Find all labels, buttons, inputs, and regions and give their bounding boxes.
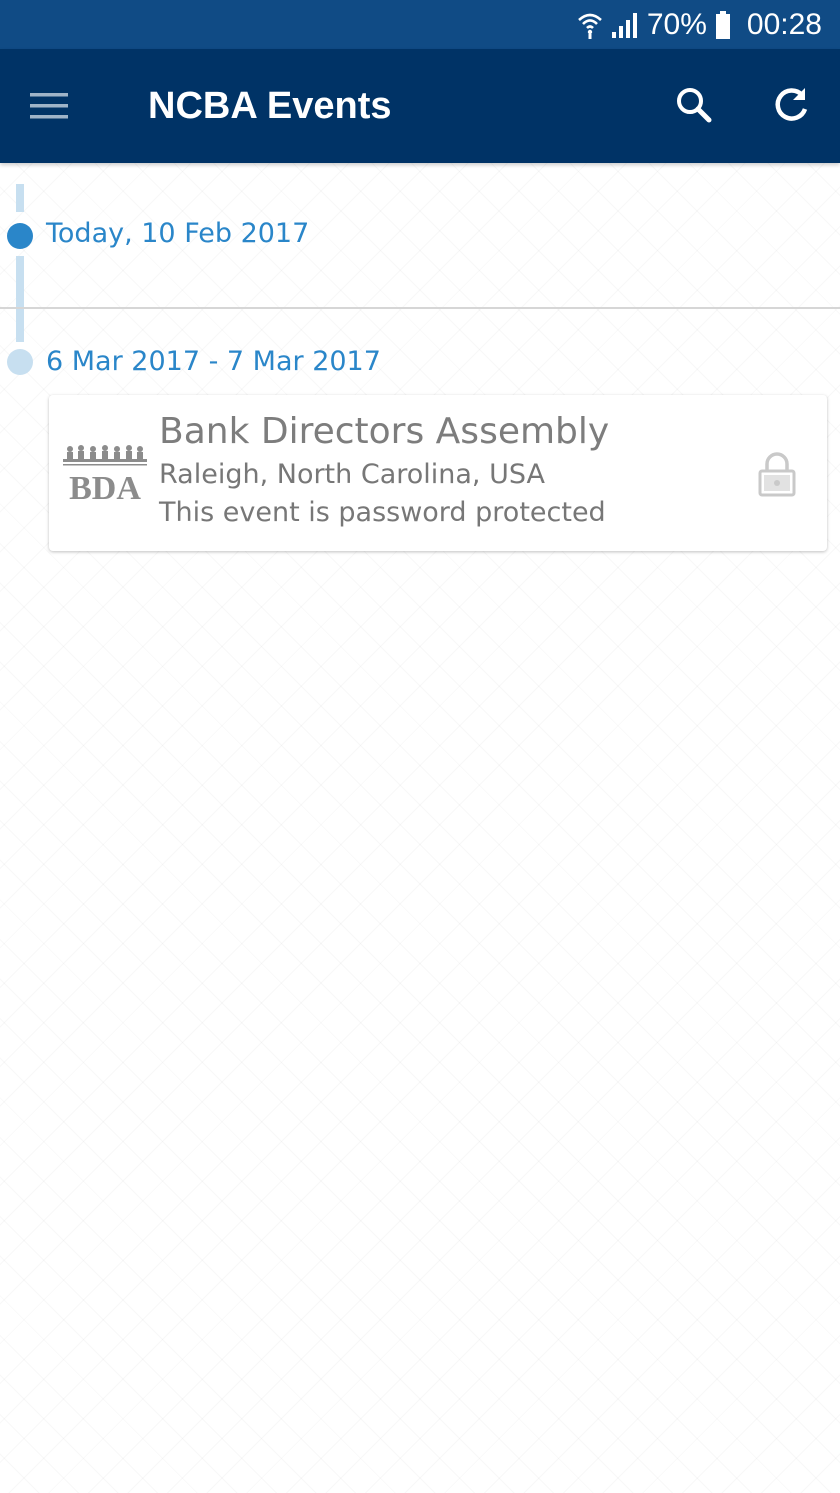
status-time: 00:28 xyxy=(746,7,822,41)
event-location: Raleigh, North Carolina, USA xyxy=(159,459,545,490)
timeline-line xyxy=(16,256,24,342)
refresh-button[interactable] xyxy=(768,83,814,129)
menu-button[interactable] xyxy=(26,85,72,127)
timeline-date-today: Today, 10 Feb 2017 xyxy=(46,218,310,249)
svg-text:BDA: BDA xyxy=(69,470,141,503)
timeline-dot-upcoming xyxy=(7,349,33,375)
section-divider xyxy=(0,307,840,309)
status-bar: 70% 00:28 xyxy=(0,0,840,49)
search-button[interactable] xyxy=(672,83,718,129)
battery-icon xyxy=(715,10,730,39)
lock-icon xyxy=(758,452,796,497)
app-bar: NCBA Events xyxy=(0,49,840,163)
search-icon xyxy=(677,88,712,123)
bda-logo: BDA xyxy=(63,445,147,503)
timeline-date-range: 6 Mar 2017 - 7 Mar 2017 xyxy=(46,346,381,377)
timeline-dot-current xyxy=(7,223,33,249)
battery-percent: 70% xyxy=(646,7,707,41)
event-title: Bank Directors Assembly xyxy=(159,411,610,452)
event-password-note: This event is password protected xyxy=(159,497,606,528)
status-indicators: 70% 00:28 xyxy=(577,0,822,49)
timeline-line xyxy=(16,184,24,212)
menu-icon xyxy=(30,93,68,119)
event-card[interactable]: BDA Bank Directors Assembly Raleigh, Nor… xyxy=(49,395,827,551)
signal-icon xyxy=(611,12,637,38)
page-title: NCBA Events xyxy=(148,85,392,127)
wifi-icon xyxy=(578,13,602,39)
refresh-icon xyxy=(775,88,808,121)
